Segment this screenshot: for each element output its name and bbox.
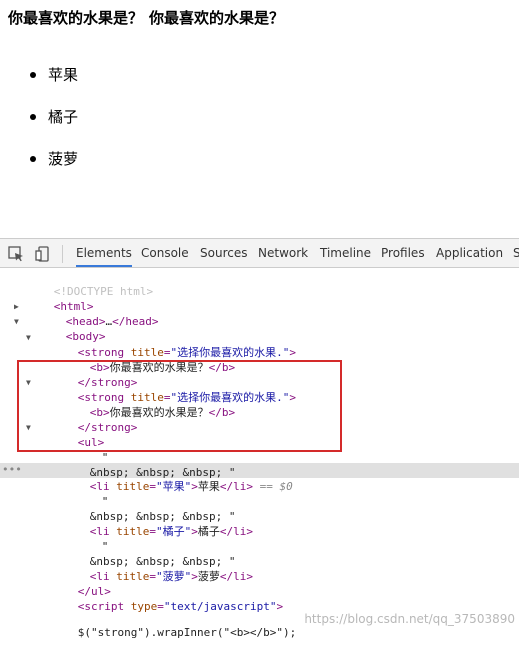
heading-question-1: 你最喜欢的水果是？: [8, 9, 144, 27]
page-heading: 你最喜欢的水果是？ 你最喜欢的水果是？: [8, 8, 284, 28]
script-code-line[interactable]: $("strong").wrapInner("<b></b>");: [38, 610, 297, 639]
script-open-line[interactable]: <script type="text/javascript">: [38, 584, 283, 613]
tab-overflow[interactable]: S: [513, 239, 519, 267]
tab-timeline[interactable]: Timeline: [320, 239, 371, 267]
fruit-item-apple: 苹果: [0, 64, 78, 106]
html-open-line[interactable]: <html>: [14, 284, 94, 313]
head-line[interactable]: ▶ <head>…</head>: [14, 299, 158, 328]
row-menu-dots[interactable]: •••: [2, 463, 22, 476]
tab-profiles[interactable]: Profiles: [381, 239, 425, 267]
strong-open-line-1[interactable]: ▼ <strong title="选择你最喜欢的水果.">: [26, 330, 296, 359]
fruit-item-orange: 橘子: [0, 106, 78, 148]
collapse-body-icon[interactable]: ▼: [14, 314, 19, 329]
tab-sources[interactable]: Sources: [200, 239, 247, 267]
text-node-quote-2[interactable]: ": [62, 479, 109, 508]
ul-close-line[interactable]: </ul>: [38, 569, 111, 598]
tab-network[interactable]: Network: [258, 239, 308, 267]
toolbar-separator: [62, 245, 63, 263]
devtools-toolbar: Elements Console Sources Network Timelin…: [0, 238, 519, 268]
device-toolbar-icon[interactable]: [34, 245, 52, 263]
selected-node-marker: == $0: [259, 480, 293, 493]
b-line-1[interactable]: <b>你最喜欢的水果是？</b>: [50, 345, 235, 374]
text-node-nbsp-1[interactable]: &nbsp; &nbsp; &nbsp; ": [50, 450, 236, 479]
text-node-nbsp-3[interactable]: &nbsp; &nbsp; &nbsp; ": [50, 539, 236, 568]
fruit-list: 苹果 橘子 菠萝: [0, 64, 78, 190]
doctype-line[interactable]: <!DOCTYPE html>: [14, 269, 153, 298]
tab-console[interactable]: Console: [141, 239, 189, 267]
annotation-highlight-box: [17, 360, 342, 452]
text-node-nbsp-2[interactable]: &nbsp; &nbsp; &nbsp; ": [50, 494, 236, 523]
li-line-apple[interactable]: <li title="苹果">苹果</li> == $0: [50, 464, 293, 493]
text-node-quote-3[interactable]: ": [62, 524, 109, 553]
body-open-line[interactable]: ▼ <body>: [14, 314, 106, 343]
li-line-pineapple[interactable]: <li title="菠萝">菠萝</li>: [50, 554, 253, 583]
tab-elements[interactable]: Elements: [76, 239, 132, 267]
inspect-element-icon[interactable]: [7, 245, 25, 263]
fruit-item-pineapple: 菠萝: [0, 148, 78, 190]
tab-application[interactable]: Application: [436, 239, 503, 267]
li-line-orange[interactable]: <li title="橘子">橘子</li>: [50, 509, 253, 538]
devtools-panel: Elements Console Sources Network Timelin…: [0, 238, 519, 639]
heading-question-2: 你最喜欢的水果是？: [149, 9, 285, 27]
rendered-page: 你最喜欢的水果是？ 你最喜欢的水果是？ 苹果 橘子 菠萝: [0, 0, 519, 238]
collapse-strong-1-icon[interactable]: ▼: [26, 330, 31, 345]
expand-head-icon[interactable]: ▶: [14, 299, 19, 314]
watermark-text: https://blog.csdn.net/qq_37503890: [304, 612, 515, 626]
